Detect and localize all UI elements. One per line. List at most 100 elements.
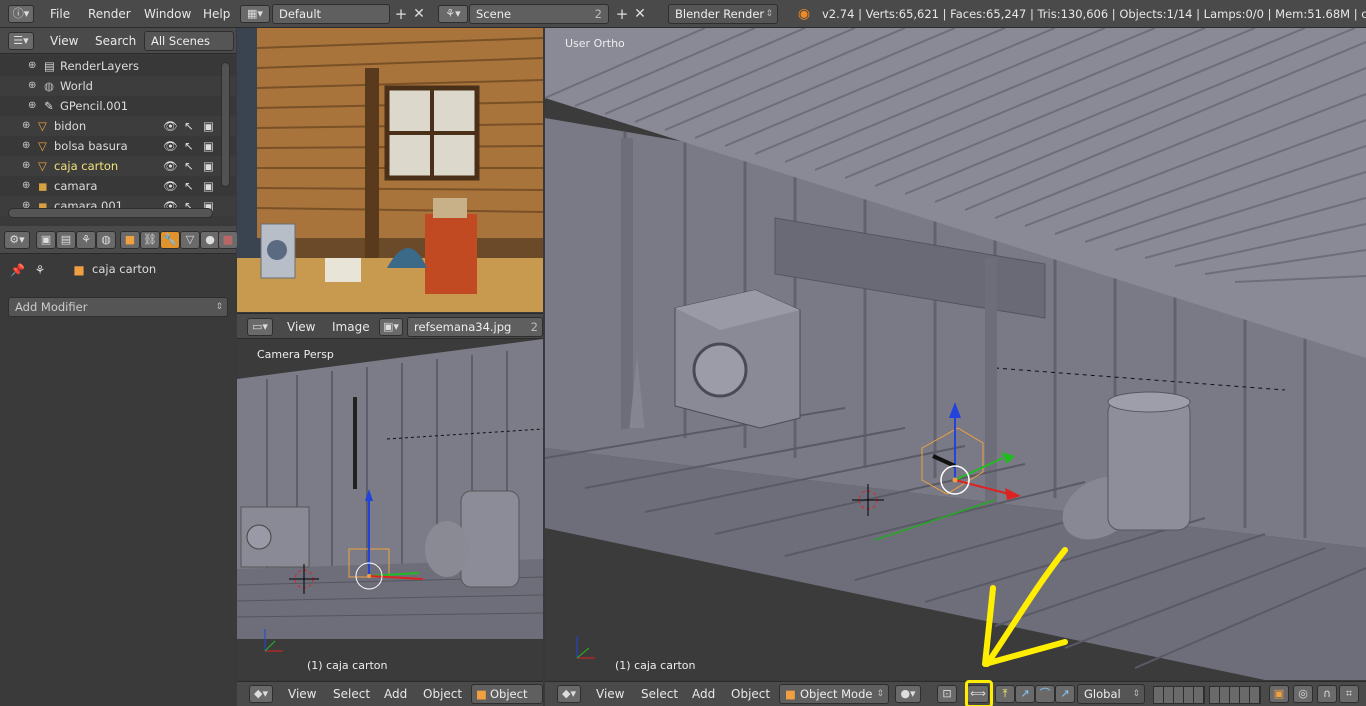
- render-camera-icon[interactable]: ▣: [203, 176, 214, 196]
- outliner-filter-select[interactable]: All Scenes: [144, 31, 234, 51]
- image-editor-header: ▭▾ View Image ▣▾ refsemana34.jpg 2: [237, 313, 543, 339]
- add-scene-icon[interactable]: +: [615, 6, 629, 22]
- layer-buttons-1[interactable]: [1153, 686, 1205, 704]
- expand-icon[interactable]: ⊕: [22, 116, 30, 136]
- reference-image: [237, 28, 543, 312]
- expand-icon[interactable]: ⊕: [28, 76, 36, 96]
- transform-orientation-select[interactable]: Global ⇕: [1077, 684, 1145, 704]
- eye-icon[interactable]: 👁: [163, 136, 178, 156]
- info-editor-icon[interactable]: ⓘ▾: [8, 5, 34, 23]
- snap-target-icon[interactable]: ⌗: [1339, 685, 1359, 703]
- properties-editor-icon[interactable]: ⚙▾: [4, 231, 30, 249]
- camera-select-menu[interactable]: Select: [333, 684, 370, 704]
- outliner-item-label: World: [60, 79, 93, 93]
- expand-icon[interactable]: ⊕: [28, 96, 36, 116]
- render-camera-icon[interactable]: ▣: [203, 116, 214, 136]
- eye-icon[interactable]: 👁: [163, 156, 178, 176]
- render-engine-select[interactable]: Blender Render ⇕: [668, 4, 778, 24]
- expand-icon[interactable]: ⊕: [22, 176, 30, 196]
- eye-icon[interactable]: 👁: [163, 116, 178, 136]
- data-tab-icon[interactable]: ▽: [180, 231, 200, 249]
- outliner-vscrollbar[interactable]: [221, 62, 230, 187]
- pin-icon[interactable]: 📌: [10, 262, 25, 278]
- menu-file[interactable]: File: [50, 4, 70, 24]
- expand-icon[interactable]: ⊕: [22, 156, 30, 176]
- image-editor-icon[interactable]: ▭▾: [247, 318, 273, 336]
- camera-viewport[interactable]: Camera Persp (1) caja carton: [237, 339, 543, 680]
- image-view-menu[interactable]: View: [287, 317, 315, 337]
- modifiers-tab-icon[interactable]: 🔧: [160, 231, 180, 249]
- menu-window[interactable]: Window: [144, 4, 191, 24]
- render-camera-icon[interactable]: ▣: [203, 136, 214, 156]
- scene-icon[interactable]: ⚘▾: [438, 5, 468, 23]
- cursor-select-icon[interactable]: ↖: [184, 176, 194, 196]
- constraints-tab-icon[interactable]: ⛓: [140, 231, 160, 249]
- camera-view-label: Camera Persp: [257, 348, 334, 361]
- render-tab-icon[interactable]: ▣: [36, 231, 56, 249]
- outliner-row[interactable]: ⊕ ◼ camara 👁 ↖ ▣: [0, 176, 236, 196]
- outliner-search-menu[interactable]: Search: [95, 31, 136, 51]
- outliner-editor-icon[interactable]: ☰▾: [8, 32, 34, 50]
- main-view-menu[interactable]: View: [596, 684, 624, 704]
- expand-icon[interactable]: ⊕: [28, 56, 36, 76]
- chevron-updown-icon: ⇕: [876, 689, 884, 699]
- material-tab-icon[interactable]: ●: [200, 231, 220, 249]
- image-browse-icon[interactable]: ▣▾: [379, 318, 403, 336]
- scene-tab-icon[interactable]: ⚘: [76, 231, 96, 249]
- properties-header: ⚙▾ ▣ ▤ ⚘ ◍ ■ ⛓ 🔧 ▽ ● ▩: [0, 226, 238, 254]
- texture-tab-icon[interactable]: ▩: [218, 231, 238, 249]
- camera-view-menu[interactable]: View: [288, 684, 316, 704]
- snap-icon[interactable]: ∩: [1317, 685, 1337, 703]
- pivot-point-icon[interactable]: ⊡: [937, 685, 957, 703]
- main-object-menu[interactable]: Object: [731, 684, 770, 704]
- layer-buttons-2[interactable]: [1209, 686, 1261, 704]
- view3d-editor-icon[interactable]: ◆▾: [249, 685, 273, 703]
- outliner-row[interactable]: ⊕ ▤ RenderLayers: [0, 56, 236, 76]
- view3d-editor-icon[interactable]: ◆▾: [557, 685, 581, 703]
- scale-manipulator-icon[interactable]: ⌒: [1035, 685, 1055, 703]
- camera-object-menu[interactable]: Object: [423, 684, 462, 704]
- screen-layout-icon[interactable]: ▦▾: [240, 5, 270, 23]
- outliner-row[interactable]: ⊕ ▽ bolsa basura 👁 ↖ ▣: [0, 136, 236, 156]
- chevron-updown-icon: ⇕: [765, 9, 773, 19]
- world-tab-icon[interactable]: ◍: [96, 231, 116, 249]
- renderlayers-tab-icon[interactable]: ▤: [56, 231, 76, 249]
- render-camera-icon[interactable]: ▣: [203, 156, 214, 176]
- scene-field[interactable]: Scene 2: [469, 4, 609, 24]
- expand-icon[interactable]: ⊕: [22, 136, 30, 156]
- main-mode-select[interactable]: ■ Object Mode ⇕: [779, 684, 889, 704]
- screen-layout-field[interactable]: Default: [272, 4, 390, 24]
- viewport-shading-icon[interactable]: ●▾: [895, 685, 921, 703]
- outliner-view-menu[interactable]: View: [50, 31, 78, 51]
- add-modifier-select[interactable]: Add Modifier ⇕: [8, 297, 228, 317]
- main-select-menu[interactable]: Select: [641, 684, 678, 704]
- scale-tool-icon[interactable]: ↗: [1055, 685, 1075, 703]
- outliner-row[interactable]: ⊕ ◍ World: [0, 76, 236, 96]
- image-filename-field[interactable]: refsemana34.jpg 2: [407, 317, 543, 337]
- outliner-row[interactable]: ⊕ ✎ GPencil.001: [0, 96, 236, 116]
- outliner-row[interactable]: ⊕ ▽ caja carton 👁 ↖ ▣: [0, 156, 236, 176]
- object-tab-icon[interactable]: ■: [120, 231, 140, 249]
- orientation-label: Global: [1084, 687, 1121, 701]
- add-layout-icon[interactable]: +: [394, 6, 408, 22]
- eye-icon[interactable]: 👁: [163, 176, 178, 196]
- outliner-row[interactable]: ⊕ ▽ bidon 👁 ↖ ▣: [0, 116, 236, 136]
- rotate-manipulator-icon[interactable]: ↗: [1015, 685, 1035, 703]
- cursor-select-icon[interactable]: ↖: [184, 156, 194, 176]
- main-viewport[interactable]: User Ortho (1) caja carton: [545, 28, 1366, 680]
- cursor-select-icon[interactable]: ↖: [184, 136, 194, 156]
- menu-render[interactable]: Render: [88, 4, 131, 24]
- menu-help[interactable]: Help: [203, 4, 230, 24]
- close-layout-icon[interactable]: ✕: [412, 6, 426, 22]
- camera-add-menu[interactable]: Add: [384, 684, 407, 704]
- close-scene-icon[interactable]: ✕: [633, 6, 647, 22]
- main-add-menu[interactable]: Add: [692, 684, 715, 704]
- camera-mode-select[interactable]: ■ Object Mo: [471, 684, 543, 706]
- proportional-edit-icon[interactable]: ◎: [1293, 685, 1313, 703]
- outliner-item-label: bidon: [54, 119, 87, 133]
- outliner-hscrollbar[interactable]: [8, 208, 213, 218]
- cursor-select-icon[interactable]: ↖: [184, 116, 194, 136]
- lock-camera-icon[interactable]: ▣: [1269, 685, 1289, 703]
- image-image-menu[interactable]: Image: [332, 317, 370, 337]
- translate-manipulator-icon[interactable]: ⤒: [995, 685, 1015, 703]
